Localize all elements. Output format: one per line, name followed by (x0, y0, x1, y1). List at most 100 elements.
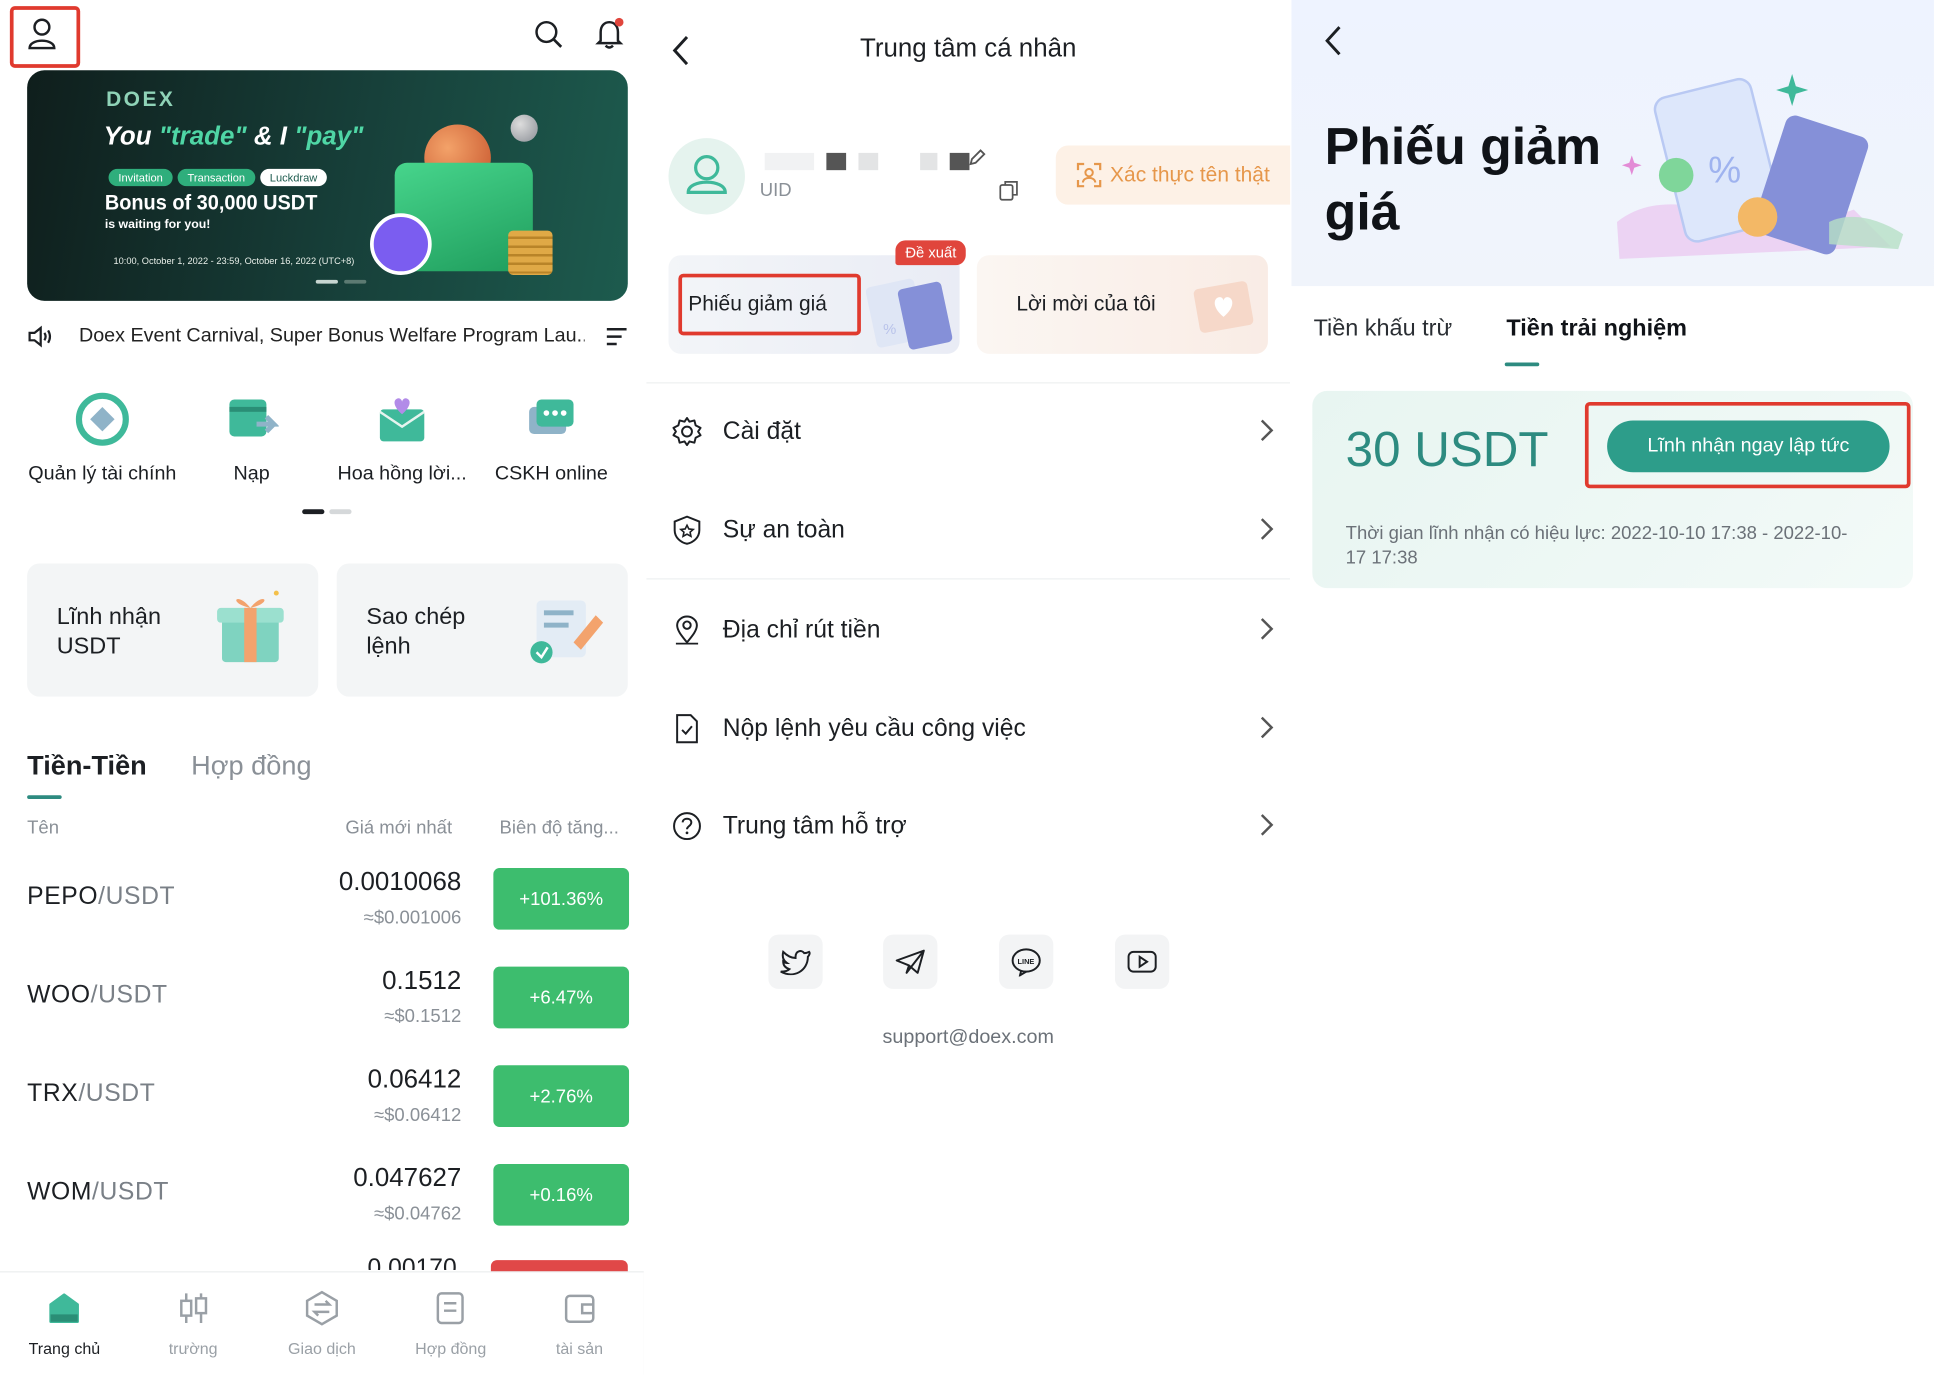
coupon-amount: 30 USDT (1345, 422, 1549, 478)
youtube-button[interactable] (1114, 934, 1170, 989)
edit-pencil-icon[interactable] (967, 148, 987, 168)
partial-row-badge (490, 1260, 628, 1273)
verify-identity-button[interactable]: Xác thực tên thật (1055, 145, 1291, 205)
last-price: 0.1512 (382, 966, 462, 996)
tab-home[interactable]: Trang chủ (0, 1272, 129, 1376)
page-title: Trung tâm cá nhân (859, 34, 1077, 63)
pair-name: PEPO/USDT (27, 883, 175, 911)
tab-market[interactable]: trường (129, 1272, 258, 1376)
tab-deduction[interactable]: Tiền khấu trừ (1314, 316, 1453, 343)
gear-icon (671, 416, 703, 448)
svg-text:LINE: LINE (1018, 957, 1035, 966)
chip-invitation: Invitation (108, 168, 173, 187)
home-icon (46, 1290, 83, 1327)
tab-futures[interactable]: Hợp đồng (191, 750, 311, 782)
notification-bell-icon[interactable] (594, 17, 626, 49)
menu-help-center[interactable]: Trung tâm hỗ trợ (671, 801, 1275, 850)
market-row[interactable]: WOM/USDT 0.047627 ≈$0.04762 +0.16% (27, 1163, 630, 1250)
coupon-tabs: Tiền khấu trừ Tiền trải nghiệm (1314, 316, 1687, 343)
chevron-right-icon (1258, 811, 1275, 838)
pair-name: WOM/USDT (27, 1179, 169, 1207)
coupon-hero: Phiếu giảm giá % (1291, 0, 1934, 287)
market-row[interactable]: WOO/USDT 0.1512 ≈$0.1512 +6.47% (27, 966, 630, 1053)
coupon-illustration-icon: % (1607, 37, 1915, 271)
column-change[interactable]: Biên độ tăng... (500, 817, 619, 838)
shortcut-finance-label: Quản lý tài chính (28, 463, 177, 485)
svg-text:%: % (1708, 149, 1741, 190)
copy-trade-card[interactable]: Sao chép lệnh (336, 563, 628, 697)
avatar[interactable] (668, 138, 745, 215)
coupon-ticket-icon: % (865, 272, 957, 351)
claim-usdt-card[interactable]: Lĩnh nhận USDT (27, 563, 319, 697)
telegram-icon (894, 948, 926, 975)
shortcut-finance[interactable]: Quản lý tài chính (27, 392, 177, 486)
last-price: 0.06412 (367, 1065, 462, 1094)
shortcut-deposit-label: Nạp (233, 463, 270, 485)
username-masked (764, 152, 970, 171)
shortcut-deposit[interactable]: Nạp (176, 392, 326, 486)
copy-icon[interactable] (999, 180, 1019, 202)
recommended-badge: Đề xuất (895, 240, 967, 266)
validity-period: Thời gian lĩnh nhận có hiệu lực: 2022-10… (1345, 522, 1848, 569)
shortcut-support[interactable]: CSKH online (476, 392, 626, 486)
menu-settings[interactable]: Cài đặt (671, 407, 1275, 456)
shield-icon (671, 514, 703, 546)
tab-assets[interactable]: tài sản (515, 1272, 644, 1376)
copy-trade-label: Sao chép lệnh (366, 604, 466, 660)
chip-transaction: Transaction (177, 168, 255, 187)
back-arrow-icon[interactable] (1323, 25, 1343, 57)
shortcut-pagination (302, 509, 352, 515)
my-invitations-card[interactable]: Lời mời của tôi (976, 255, 1268, 354)
menu-security-label: Sự an toàn (722, 516, 845, 544)
menu-submit-ticket[interactable]: Nộp lệnh yêu cầu công việc (671, 704, 1275, 753)
line-button[interactable]: LINE (999, 934, 1054, 989)
telegram-button[interactable] (883, 934, 938, 989)
last-price: 0.047627 (353, 1163, 462, 1193)
tab-contract[interactable]: Hợp đồng (386, 1272, 515, 1376)
notice-text: Doex Event Carnival, Super Bonus Welfare… (78, 325, 585, 347)
column-name: Tên (27, 817, 60, 839)
line-icon: LINE (1010, 947, 1042, 977)
shortcut-commission[interactable]: Hoa hồng lời... (327, 392, 477, 486)
list-icon[interactable] (604, 326, 629, 348)
menu-security[interactable]: Sự an toàn (671, 506, 1275, 555)
menu-withdraw-address[interactable]: Địa chỉ rút tiền (671, 605, 1275, 654)
banner-brand: DOEX (106, 87, 176, 111)
tab-spot[interactable]: Tiền-Tiền (27, 750, 147, 782)
highlight-coupon (678, 273, 861, 336)
menu-withdraw-address-label: Địa chỉ rút tiền (722, 615, 881, 644)
tab-trade[interactable]: Giao dịch (258, 1272, 387, 1376)
tab-experience[interactable]: Tiền trải nghiệm (1506, 316, 1687, 343)
last-price: 0.0010068 (338, 868, 462, 897)
divider (646, 578, 1291, 580)
tab-home-label: Trang chủ (28, 1339, 101, 1358)
chevron-right-icon (1258, 515, 1275, 542)
search-icon[interactable] (534, 20, 564, 50)
commission-icon (375, 392, 429, 446)
banner-chips: Invitation Transaction Luckdraw (108, 168, 328, 187)
promo-banner[interactable]: DOEX You "trade" & I "pay" Invitation Tr… (27, 70, 628, 301)
tab-contract-label: Hợp đồng (415, 1339, 487, 1358)
pair-name: WOO/USDT (27, 981, 168, 1009)
market-row[interactable]: TRX/USDT 0.06412 ≈$0.06412 +2.76% (27, 1065, 630, 1151)
headline-amp: & I (253, 122, 287, 151)
tab-underline (27, 795, 62, 799)
speaker-icon (27, 324, 54, 349)
notice-bar[interactable]: Doex Event Carnival, Super Bonus Welfare… (27, 323, 629, 350)
banner-date: 10:00, October 1, 2022 - 23:59, October … (113, 255, 355, 267)
profile-screen: Trung tâm cá nhân UID Xác thực tên thật … (646, 0, 1291, 1376)
usd-price: ≈$0.001006 (363, 907, 462, 929)
support-email[interactable]: support@doex.com (646, 1027, 1290, 1049)
uid-label: UID (759, 180, 792, 201)
small-coin-icon (510, 114, 538, 142)
pair-base: WOO (27, 981, 91, 1009)
twitter-button[interactable] (768, 934, 823, 989)
pair-base: TRX (27, 1080, 79, 1108)
column-price[interactable]: Giá mới nhất (345, 817, 452, 838)
market-row[interactable]: PEPO/USDT 0.0010068 ≈$0.001006 +101.36% (27, 868, 630, 954)
candlestick-icon (175, 1290, 212, 1327)
wallet-icon (561, 1290, 598, 1327)
pair-base: WOM (27, 1178, 93, 1206)
highlight-profile (9, 6, 81, 68)
home-screen: DOEX You "trade" & I "pay" Invitation Tr… (0, 0, 644, 1376)
